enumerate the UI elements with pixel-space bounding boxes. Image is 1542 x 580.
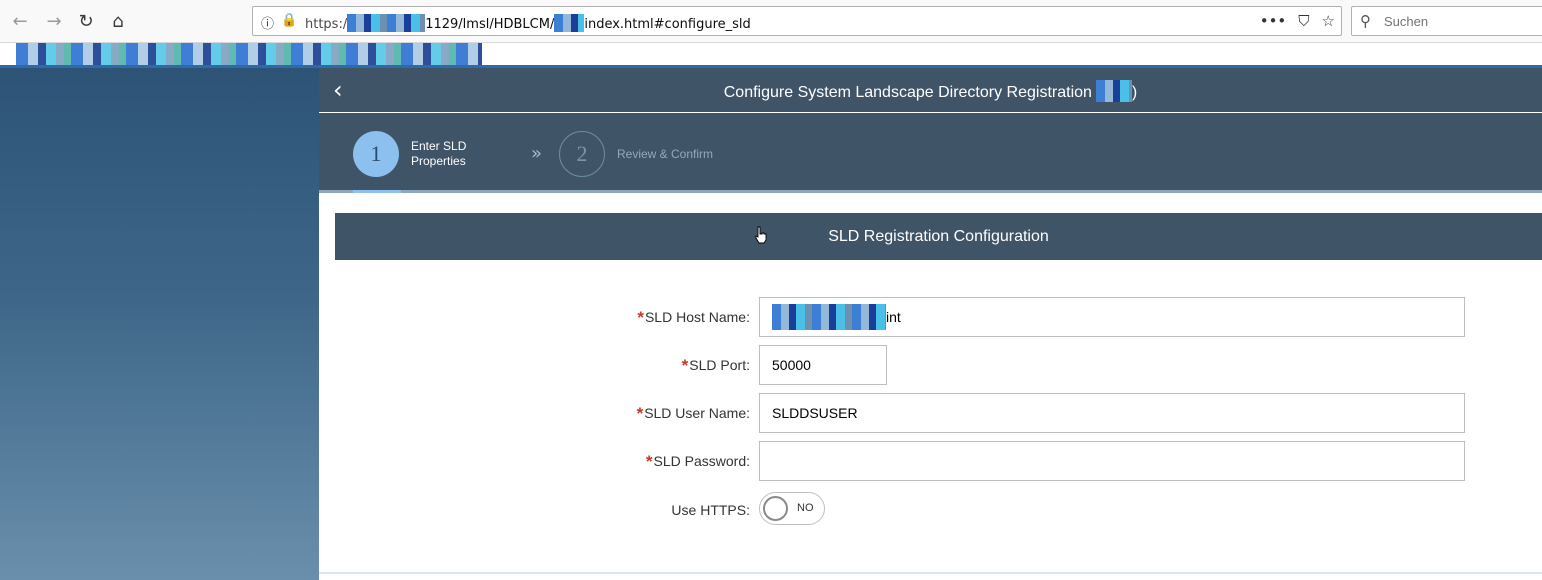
bookmarks-toolbar — [0, 43, 1542, 66]
step-number-circle: 2 — [559, 131, 605, 177]
step-number-circle: 1 — [353, 131, 399, 177]
url-bar[interactable]: ⓘ 🔒 https:/ 1129/lmsl/HDBLCM/index.html#c… — [252, 6, 1342, 36]
url-middle: 1129/lmsl/HDBLCM/ — [425, 17, 555, 32]
https-label: Use HTTPS: — [671, 502, 750, 518]
main-content: ‹ Configure System Landscape Directory R… — [319, 68, 1542, 580]
sld-user-input[interactable]: SLDDSUSER — [759, 393, 1465, 433]
toggle-knob — [763, 496, 788, 521]
sld-host-input[interactable]: int — [759, 297, 1465, 337]
insecure-lock-icon[interactable]: 🔒 — [281, 13, 297, 28]
url-text[interactable]: https:/ 1129/lmsl/HDBLCM/index.html#confi… — [305, 14, 751, 32]
page-actions-icon[interactable]: ••• — [1260, 12, 1287, 30]
redacted-hostname — [772, 304, 886, 330]
forward-arrow-icon[interactable]: → — [42, 9, 66, 33]
form-row-user: *SLD User Name: SLDDSUSER — [319, 393, 1542, 433]
home-icon[interactable]: ⌂ — [106, 9, 130, 33]
info-icon[interactable]: ⓘ — [261, 13, 274, 32]
use-https-toggle[interactable]: NO — [759, 492, 825, 525]
search-placeholder: Suchen — [1384, 14, 1429, 29]
port-label: *SLD Port: — [682, 356, 750, 376]
back-arrow-icon[interactable]: ← — [8, 9, 32, 33]
sidebar — [0, 68, 319, 580]
active-step-indicator — [353, 190, 401, 193]
page-header: ‹ Configure System Landscape Directory R… — [319, 68, 1542, 112]
form-row-password: *SLD Password: — [319, 441, 1542, 481]
url-actions: ••• ⛉ ☆ — [1260, 12, 1335, 30]
wizard-step-1[interactable]: 1 Enter SLD Properties — [353, 131, 511, 177]
redacted-path — [554, 14, 585, 32]
sld-port-input[interactable]: 50000 — [759, 345, 887, 385]
search-icon: ⚲ — [1360, 12, 1371, 30]
content-bottom-border — [319, 572, 1542, 574]
hand-cursor-icon — [755, 226, 767, 244]
page-title-text: Configure System Landscape Directory Reg… — [723, 84, 1092, 101]
password-label: *SLD Password: — [646, 452, 750, 472]
user-label-text: SLD User Name: — [644, 405, 750, 421]
browser-toolbar: ← → ↻ ⌂ ⓘ 🔒 https:/ 1129/lmsl/HDBLCM/inde… — [0, 0, 1542, 43]
url-suffix: index.html#configure_sld — [584, 17, 751, 32]
form-row-host: *SLD Host Name: int — [319, 297, 1542, 337]
required-marker: * — [645, 452, 653, 471]
redacted-bookmarks — [16, 43, 482, 66]
host-value-suffix: int — [886, 309, 901, 325]
section-title: SLD Registration Configuration — [335, 213, 1542, 260]
wizard-steps: 1 Enter SLD Properties » 2 Review & Conf… — [319, 113, 1542, 193]
step-label: Enter SLD Properties — [411, 139, 467, 168]
page-title-suffix: ) — [1131, 84, 1138, 101]
password-label-text: SLD Password: — [653, 453, 750, 469]
pocket-icon[interactable]: ⛉ — [1298, 12, 1309, 30]
step-label: Review & Confirm — [617, 146, 714, 161]
reload-icon[interactable]: ↻ — [74, 9, 98, 33]
port-label-text: SLD Port: — [689, 357, 750, 373]
required-marker: * — [637, 308, 644, 327]
wizard-step-2[interactable]: 2 Review & Confirm — [559, 131, 717, 177]
double-chevron-icon: » — [531, 143, 543, 164]
bookmark-star-icon[interactable]: ☆ — [1322, 12, 1335, 30]
toggle-state-text: NO — [797, 502, 814, 514]
required-marker: * — [681, 356, 689, 375]
form-row-https: Use HTTPS: NO — [319, 486, 1542, 526]
redacted-host — [347, 14, 426, 32]
user-label: *SLD User Name: — [637, 404, 750, 424]
page-title: Configure System Landscape Directory Reg… — [319, 80, 1542, 102]
host-label-text: SLD Host Name: — [644, 309, 750, 325]
redacted-system-id — [1095, 80, 1132, 102]
host-label: *SLD Host Name: — [637, 308, 750, 328]
url-prefix: https:/ — [305, 17, 348, 32]
required-marker: * — [636, 404, 644, 423]
search-bar[interactable]: ⚲ Suchen — [1351, 6, 1542, 36]
form-row-port: *SLD Port: 50000 — [319, 345, 1542, 385]
sld-password-input[interactable] — [759, 441, 1465, 481]
